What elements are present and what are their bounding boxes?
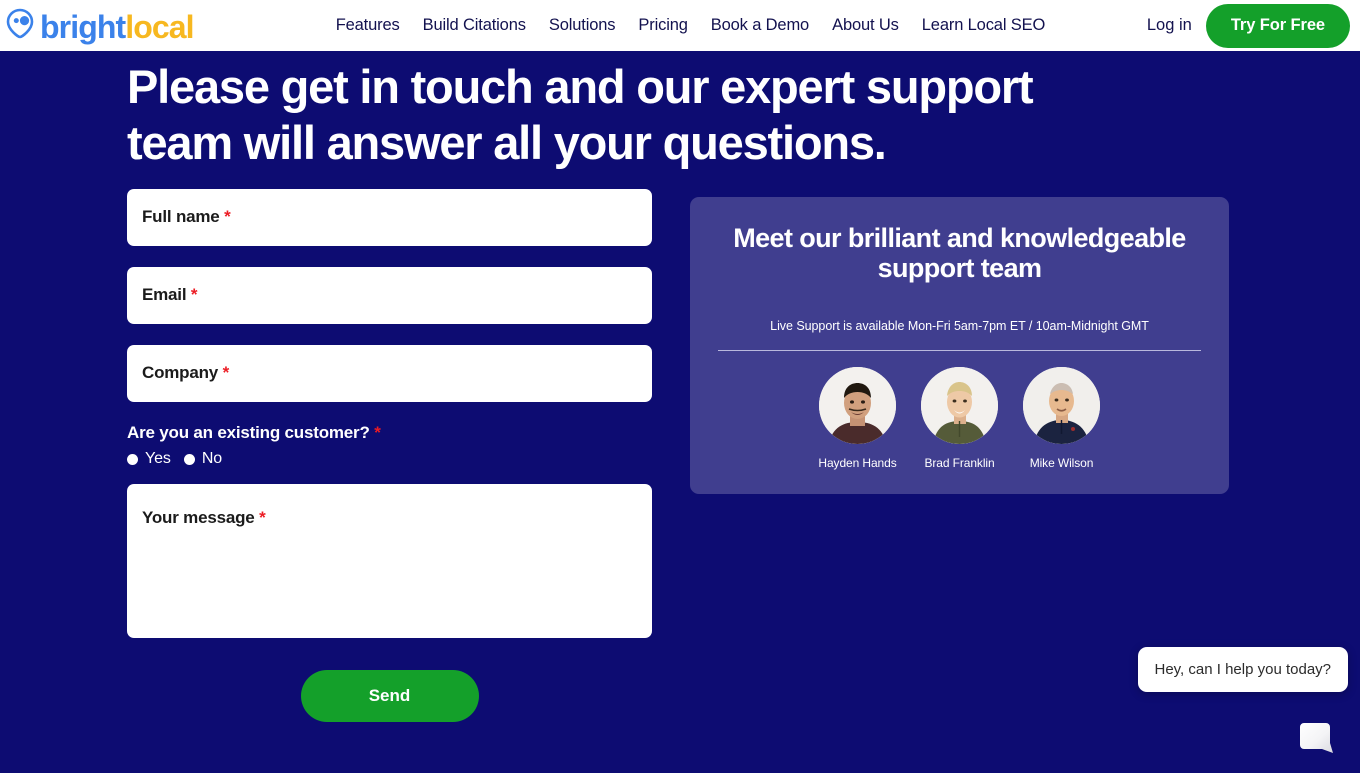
team-member: Brad Franklin (921, 367, 998, 470)
chat-launcher-button[interactable] (1300, 723, 1334, 760)
team-members-row: Hayden Hands Brad Franklin Mike Wilson (718, 367, 1201, 470)
required-asterisk: * (224, 207, 231, 226)
try-for-free-button[interactable]: Try For Free (1205, 3, 1350, 48)
nav-item-build-citations[interactable]: Build Citations (423, 16, 526, 35)
full-name-field[interactable]: Full name * (127, 189, 652, 246)
support-team-card: Meet our brilliant and knowledgeable sup… (690, 197, 1229, 494)
avatar (921, 367, 998, 444)
avatar (819, 367, 896, 444)
logo-wordmark: brightlocal (40, 8, 195, 45)
nav-item-learn-local-seo[interactable]: Learn Local SEO (922, 16, 1046, 35)
submit-row: Send (127, 670, 652, 722)
email-label: Email * (142, 285, 198, 305)
team-member-name: Mike Wilson (1029, 456, 1094, 470)
nav-item-solutions[interactable]: Solutions (549, 16, 616, 35)
radio-circle-icon[interactable] (127, 453, 138, 465)
site-header: brightlocal Features Build Citations Sol… (0, 0, 1360, 51)
full-name-label-text: Full name (142, 207, 220, 226)
support-card-column: Meet our brilliant and knowledgeable sup… (690, 189, 1229, 494)
location-pin-icon (6, 7, 36, 44)
full-name-label: Full name * (142, 207, 231, 227)
nav-item-book-a-demo[interactable]: Book a Demo (711, 16, 809, 35)
card-divider (718, 350, 1201, 351)
radio-label-no: No (201, 450, 223, 467)
logo-text-local: local (125, 8, 194, 45)
page-headline: Please get in touch and our expert suppo… (127, 60, 1034, 169)
message-field[interactable]: Your message * (127, 484, 652, 638)
team-member-name: Hayden Hands (818, 456, 897, 470)
team-member: Hayden Hands (818, 367, 897, 470)
radio-label-yes: Yes (145, 450, 171, 467)
existing-customer-question-text: Are you an existing customer? (127, 423, 370, 442)
hero-section: Please get in touch and our expert suppo… (0, 51, 1360, 171)
radio-option-no[interactable]: No (183, 450, 223, 468)
login-link[interactable]: Log in (1147, 16, 1192, 35)
company-label-text: Company (142, 363, 219, 382)
message-label-text: Your message (142, 508, 255, 527)
existing-customer-question: Are you an existing customer? * (127, 423, 652, 443)
company-label: Company * (142, 363, 229, 383)
existing-customer-options: Yes No (127, 450, 652, 468)
existing-customer-group: Are you an existing customer? * Yes No (127, 423, 652, 468)
radio-circle-icon[interactable] (183, 453, 195, 465)
contact-form: Full name * Email * Company * Are you an… (127, 189, 652, 722)
required-asterisk: * (190, 285, 198, 304)
brightlocal-logo[interactable]: brightlocal (4, 7, 195, 45)
message-label: Your message * (142, 508, 266, 528)
required-asterisk: * (374, 423, 381, 442)
team-member-name: Brad Franklin (924, 456, 995, 470)
required-asterisk: * (222, 363, 230, 382)
chat-greeting-bubble[interactable]: Hey, can I help you today? (1137, 647, 1348, 692)
team-member: Mike Wilson (1023, 367, 1100, 470)
main-content: Full name * Email * Company * Are you an… (0, 171, 1360, 722)
support-hours-text: Live Support is available Mon-Fri 5am-7p… (770, 319, 1149, 333)
logo-text-bright: bright (40, 8, 126, 45)
company-field[interactable]: Company * (127, 345, 652, 402)
email-label-text: Email (142, 285, 187, 304)
header-actions: Log in Try For Free (1147, 3, 1350, 48)
nav-item-about-us[interactable]: About Us (832, 16, 899, 35)
send-button[interactable]: Send (300, 670, 479, 722)
radio-option-yes[interactable]: Yes (127, 450, 171, 468)
chat-bubble-icon (1300, 723, 1334, 760)
avatar (1023, 367, 1100, 444)
email-field[interactable]: Email * (127, 267, 652, 324)
required-asterisk: * (259, 508, 266, 527)
support-card-title: Meet our brilliant and knowledgeable sup… (733, 223, 1186, 283)
nav-item-features[interactable]: Features (336, 16, 400, 35)
main-navigation: Features Build Citations Solutions Prici… (336, 16, 1046, 35)
nav-item-pricing[interactable]: Pricing (638, 16, 688, 35)
